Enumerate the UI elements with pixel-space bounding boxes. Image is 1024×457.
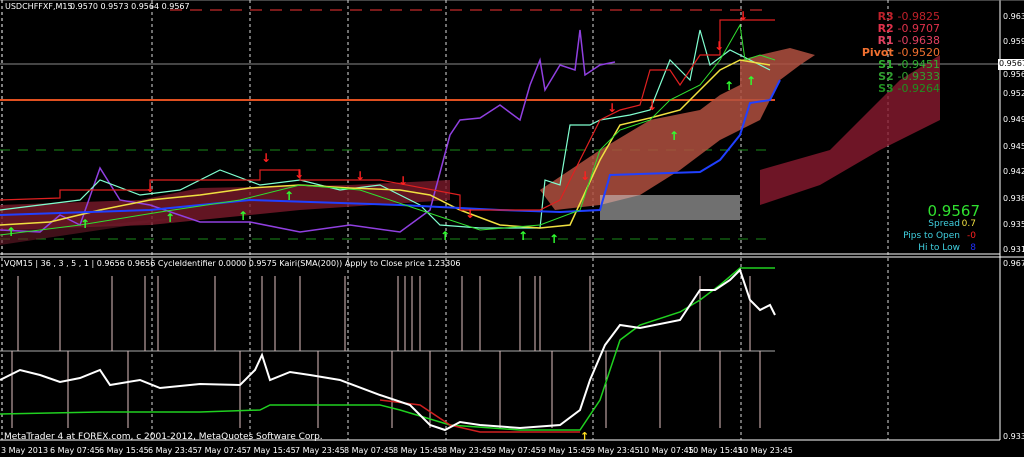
svg-text:↓: ↓ xyxy=(261,151,271,165)
svg-text:↓: ↓ xyxy=(398,174,408,188)
price-tick: 0.9630 xyxy=(1003,12,1024,21)
price-tick: 0.9420 xyxy=(1003,167,1024,176)
time-tick: 7 May 15:45 xyxy=(246,446,296,455)
svg-text:↑: ↑ xyxy=(518,229,528,243)
white-indicator-line xyxy=(0,268,776,432)
time-tick: 6 May 23:45 xyxy=(148,446,198,455)
indicator-header: VQM15 | 36 , 3 , 5 , 1 | 0.9656 0.9656 C… xyxy=(4,259,461,268)
svg-text:↓: ↓ xyxy=(647,99,657,113)
time-tick: 8 May 23:45 xyxy=(442,446,492,455)
indicator-spikes xyxy=(11,276,761,428)
time-tick: 10 May 23:45 xyxy=(738,446,793,455)
pips-to-open-label: Pips to Open xyxy=(903,231,960,241)
indicator-tick: 0.9335 xyxy=(1003,432,1024,441)
time-tick: 9 May 07:45 xyxy=(491,446,541,455)
svg-text:↓: ↓ xyxy=(294,167,304,181)
price-tick: 0.9525 xyxy=(1003,89,1024,98)
svg-text:↓: ↓ xyxy=(714,39,724,53)
time-tick: 9 May 15:45 xyxy=(541,446,591,455)
svg-text:↑: ↑ xyxy=(746,74,756,88)
svg-text:↑: ↑ xyxy=(669,129,679,143)
time-tick: 8 May 07:45 xyxy=(344,446,394,455)
time-tick: 10 May 07:45 xyxy=(639,446,694,455)
time-tick: 9 May 23:45 xyxy=(590,446,640,455)
hi-to-low-value: 8 xyxy=(970,243,976,253)
svg-text:↑: ↑ xyxy=(549,232,559,246)
svg-text:↑: ↑ xyxy=(238,209,248,223)
svg-text:↓: ↓ xyxy=(465,207,475,221)
chart-ohlc: 0.9570 0.9573 0.9564 0.9567 xyxy=(70,2,190,11)
current-price-tag: 0.9567 xyxy=(999,59,1024,68)
price-tick: 0.9385 xyxy=(1003,194,1024,203)
chart-canvas[interactable]: ↑ ↑ ↑ ↑ ↑ ↑ ↑ ↑ ↑ ↑ ↑ ↓ ↓ ↓ ↓ ↓ ↓ ↓ ↓ ↓ ↓ ↓ ↑ xyxy=(0,0,1024,457)
price-tick: 0.9315 xyxy=(1003,245,1024,254)
svg-text:↑: ↑ xyxy=(80,217,90,231)
spread-value: 0.7 xyxy=(961,219,976,229)
price-tick: 0.9560 xyxy=(1003,70,1024,79)
svg-text:↑: ↑ xyxy=(165,211,175,225)
time-tick: 7 May 07:45 xyxy=(197,446,247,455)
time-tick: 7 May 23:45 xyxy=(295,446,345,455)
svg-text:↑: ↑ xyxy=(6,225,16,239)
time-tick: 6 May 15:45 xyxy=(99,446,149,455)
svg-text:↓: ↓ xyxy=(355,169,365,183)
svg-text:↓: ↓ xyxy=(738,9,748,23)
svg-text:↓: ↓ xyxy=(145,181,155,195)
info-price: 0.9567 xyxy=(927,202,981,220)
footer-copyright: MetaTrader 4 at FOREX.com, c 2001-2012, … xyxy=(4,432,323,442)
spread-label: Spread xyxy=(928,219,960,229)
time-tick: 3 May 2013 xyxy=(1,446,49,455)
hi-to-low-label: Hi to Low xyxy=(918,243,960,253)
time-tick: 8 May 15:45 xyxy=(393,446,443,455)
pips-to-open-value: -0 xyxy=(967,231,976,241)
price-tick: 0.9350 xyxy=(1003,220,1024,229)
svg-text:↓: ↓ xyxy=(607,101,617,115)
time-tick: 6 May 07:45 xyxy=(50,446,100,455)
chart-symbol: USDCHFFXF,M15 xyxy=(5,2,73,11)
price-tick: 0.9595 xyxy=(1003,37,1024,46)
time-tick: 10 May 15:45 xyxy=(688,446,743,455)
yellow-arrow-icon: ↑ xyxy=(580,430,589,443)
price-tick: 0.9490 xyxy=(1003,115,1024,124)
green-indicator-line xyxy=(0,267,775,431)
svg-text:↓: ↓ xyxy=(580,169,590,183)
pivot-s3: S3 -0.9264 xyxy=(878,82,940,95)
indicator-tick: 0.9671 xyxy=(1003,259,1024,268)
price-tick: 0.9455 xyxy=(1003,142,1024,151)
svg-text:↑: ↑ xyxy=(724,79,734,93)
svg-text:↑: ↑ xyxy=(440,229,450,243)
svg-text:↑: ↑ xyxy=(284,189,294,203)
